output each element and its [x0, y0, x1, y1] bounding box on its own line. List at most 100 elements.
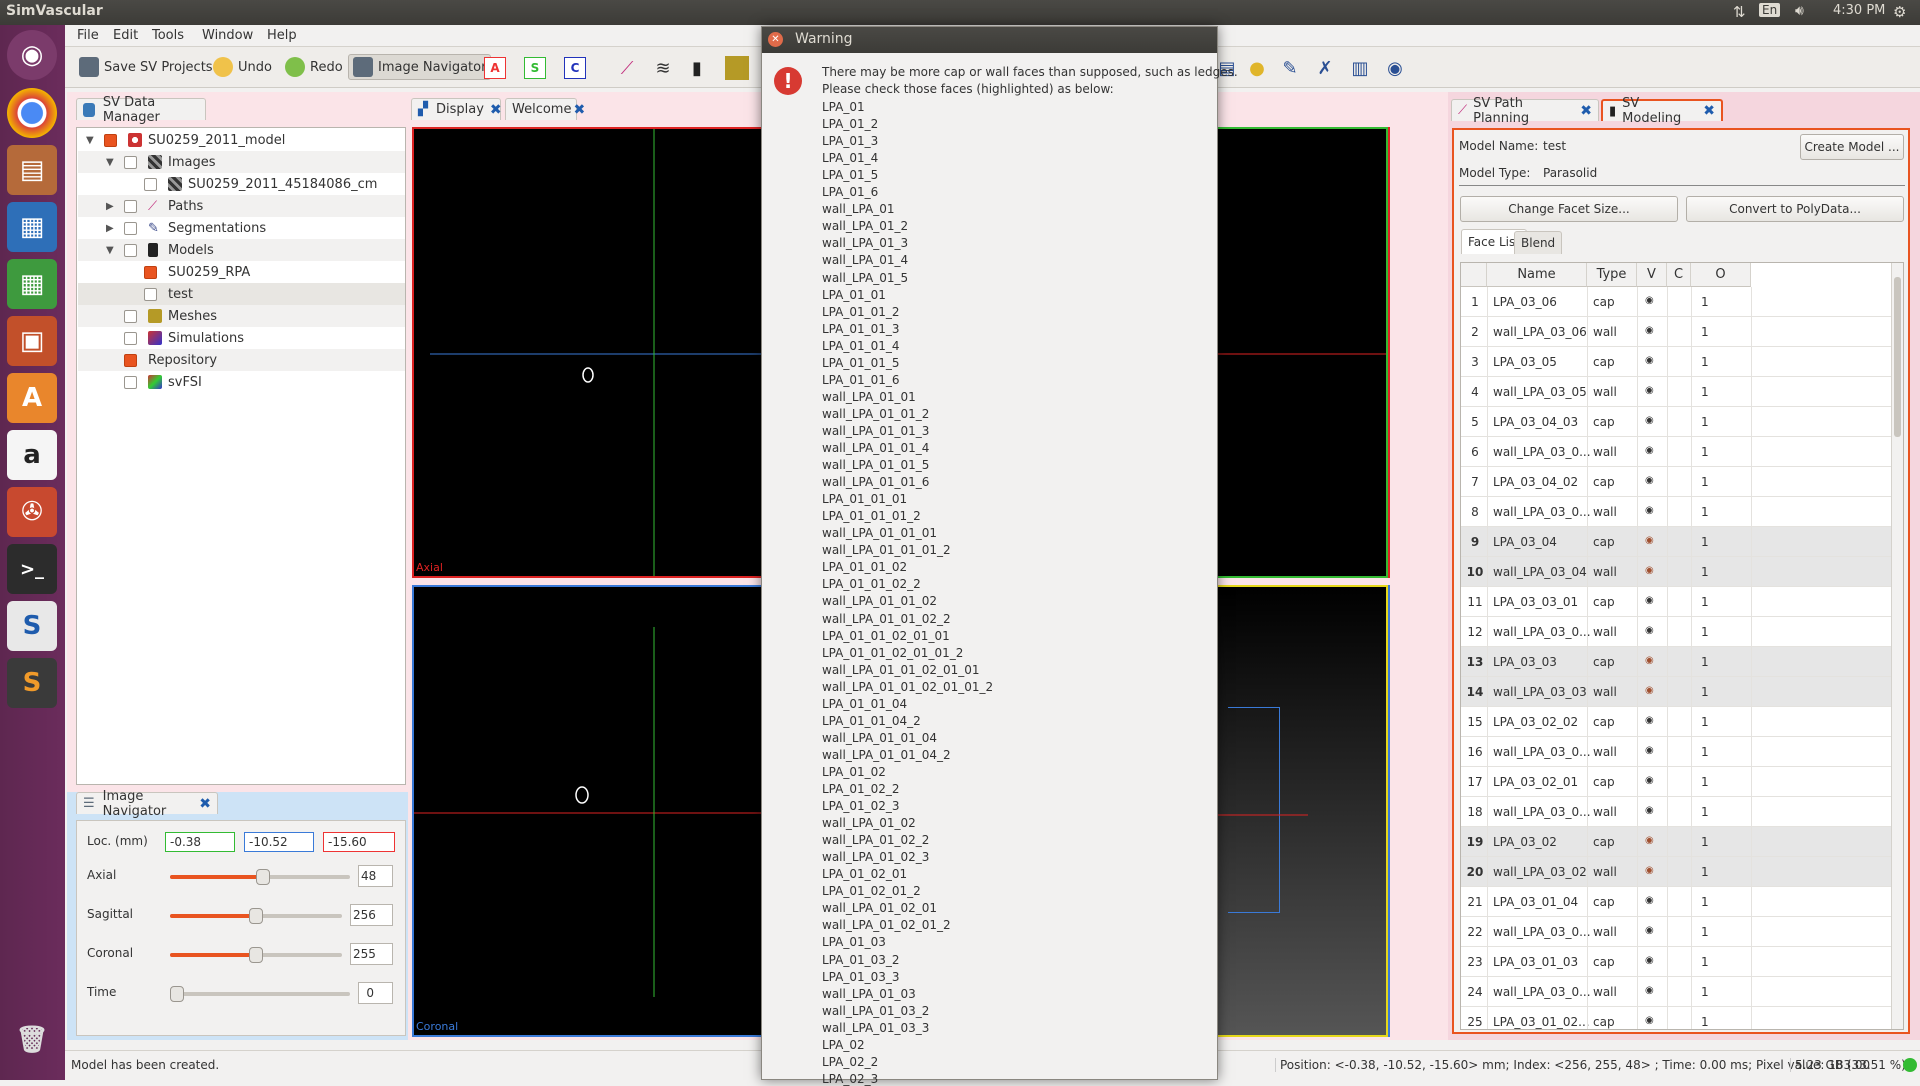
tree-item-segmentations[interactable]: ▶ ✎ Segmentations — [78, 217, 405, 239]
face-opacity[interactable]: 1 — [1701, 625, 1709, 639]
face-name[interactable]: LPA_03_02_01 — [1493, 775, 1578, 789]
face-opacity[interactable]: 1 — [1701, 325, 1709, 339]
face-row[interactable]: 3 LPA_03_05 cap ◉ 1 — [1461, 347, 1891, 377]
coronal-view-button[interactable]: C — [564, 57, 586, 79]
face-row[interactable]: 11 LPA_03_03_01 cap ◉ 1 — [1461, 587, 1891, 617]
tab-data-manager[interactable]: SV Data Manager — [76, 95, 206, 125]
checkbox[interactable] — [124, 309, 137, 323]
face-name[interactable]: LPA_03_04_02 — [1493, 475, 1578, 489]
tools-icon[interactable]: ✗ — [1313, 56, 1337, 80]
slider-handle[interactable] — [170, 986, 184, 1002]
visibility-eye-icon[interactable]: ◉ — [1645, 445, 1654, 456]
ubuntu-logo-icon[interactable]: ◉ — [7, 30, 57, 80]
close-icon[interactable]: ✖ — [490, 102, 502, 118]
visibility-eye-icon[interactable]: ◉ — [1645, 475, 1654, 486]
face-type[interactable]: cap — [1593, 595, 1615, 609]
visibility-eye-icon[interactable]: ◉ — [1645, 895, 1654, 906]
visibility-eye-icon[interactable]: ◉ — [1645, 625, 1654, 636]
face-type[interactable]: cap — [1593, 415, 1615, 429]
close-icon[interactable]: ✖ — [1580, 103, 1592, 119]
slider-handle[interactable] — [249, 908, 263, 924]
keyboard-indicator[interactable]: En — [1759, 3, 1781, 17]
checkbox[interactable] — [124, 199, 137, 213]
face-row[interactable]: 17 LPA_03_02_01 cap ◉ 1 — [1461, 767, 1891, 797]
redo-button[interactable]: Redo — [285, 54, 343, 80]
visibility-eye-icon[interactable]: ◉ — [1645, 865, 1654, 876]
header-visible[interactable]: V — [1637, 263, 1667, 287]
face-name[interactable]: wall_LPA_03_0... — [1493, 505, 1591, 519]
expand-arrow-icon[interactable]: ▶ — [106, 201, 114, 212]
face-type[interactable]: cap — [1593, 535, 1615, 549]
face-name[interactable]: wall_LPA_03_0... — [1493, 805, 1591, 819]
volume-icon[interactable]: 🔊︎ — [1795, 3, 1804, 19]
loc-y-input[interactable]: -10.52 — [244, 832, 314, 852]
face-opacity[interactable]: 1 — [1701, 655, 1709, 669]
eye-icon[interactable]: ◉ — [1383, 56, 1407, 80]
menu-window[interactable]: Window — [202, 28, 253, 43]
visibility-eye-icon[interactable]: ◉ — [1645, 685, 1654, 696]
face-name[interactable]: wall_LPA_03_02 — [1493, 865, 1587, 879]
face-opacity[interactable]: 1 — [1701, 805, 1709, 819]
face-name[interactable]: LPA_03_01_03 — [1493, 955, 1578, 969]
checkbox[interactable] — [124, 331, 137, 345]
mesh-icon[interactable] — [725, 56, 749, 80]
visibility-eye-icon[interactable]: ◉ — [1645, 505, 1654, 516]
face-type[interactable]: wall — [1593, 745, 1617, 759]
face-type[interactable]: wall — [1593, 985, 1617, 999]
face-name[interactable]: wall_LPA_03_0... — [1493, 625, 1591, 639]
image-navigator-button[interactable]: Image Navigator — [348, 54, 492, 80]
face-type[interactable]: cap — [1593, 355, 1615, 369]
header-color[interactable]: C — [1667, 263, 1691, 287]
checkbox[interactable] — [124, 155, 137, 169]
face-row[interactable]: 1 LPA_03_06 cap ◉ 1 — [1461, 287, 1891, 317]
visibility-eye-icon[interactable]: ◉ — [1645, 595, 1654, 606]
calc-icon[interactable]: ▦ — [7, 259, 57, 309]
face-row[interactable]: 19 LPA_03_02 cap ◉ 1 — [1461, 827, 1891, 857]
trash-icon[interactable]: 🗑︎ — [7, 1015, 57, 1065]
face-opacity[interactable]: 1 — [1701, 955, 1709, 969]
face-name[interactable]: wall_LPA_03_04 — [1493, 565, 1587, 579]
tree-item-meshes[interactable]: Meshes — [78, 305, 405, 327]
python-icon[interactable]: ● — [1245, 56, 1269, 80]
face-row[interactable]: 20 wall_LPA_03_02 wall ◉ 1 — [1461, 857, 1891, 887]
visibility-eye-icon[interactable]: ◉ — [1645, 355, 1654, 366]
tab-path-planning[interactable]: ⟋ SV Path Planning ✖ — [1451, 96, 1599, 126]
simvascular-icon[interactable]: S — [7, 601, 57, 651]
face-name[interactable]: wall_LPA_03_0... — [1493, 925, 1591, 939]
face-opacity[interactable]: 1 — [1701, 775, 1709, 789]
face-opacity[interactable]: 1 — [1701, 415, 1709, 429]
tree-item-paths[interactable]: ▶ ⟋ Paths — [78, 195, 405, 217]
coronal-spinbox[interactable]: 255 — [350, 943, 393, 965]
face-row[interactable]: 16 wall_LPA_03_0... wall ◉ 1 — [1461, 737, 1891, 767]
time-spinbox[interactable]: 0 — [358, 982, 393, 1004]
chrome-icon[interactable] — [7, 88, 57, 138]
face-opacity[interactable]: 1 — [1701, 835, 1709, 849]
face-name[interactable]: wall_LPA_03_0... — [1493, 985, 1591, 999]
face-type[interactable]: cap — [1593, 835, 1615, 849]
visibility-eye-icon[interactable]: ◉ — [1645, 325, 1654, 336]
face-type[interactable]: wall — [1593, 505, 1617, 519]
face-type[interactable]: wall — [1593, 565, 1617, 579]
face-opacity[interactable]: 1 — [1701, 685, 1709, 699]
axial-slider[interactable] — [170, 869, 350, 885]
checkbox[interactable] — [124, 353, 137, 367]
loc-z-input[interactable]: -15.60 — [323, 832, 395, 852]
face-name[interactable]: LPA_03_05 — [1493, 355, 1557, 369]
expand-arrow-icon[interactable]: ▶ — [106, 223, 114, 234]
power-icon[interactable]: ⚙ — [1893, 3, 1906, 21]
header-type[interactable]: Type — [1587, 263, 1637, 287]
face-row[interactable]: 23 LPA_03_01_03 cap ◉ 1 — [1461, 947, 1891, 977]
face-type[interactable]: cap — [1593, 895, 1615, 909]
tree-item-simulations[interactable]: Simulations — [78, 327, 405, 349]
face-name[interactable]: LPA_03_02_02 — [1493, 715, 1578, 729]
tree-item-images[interactable]: ▼ Images — [78, 151, 405, 173]
face-row[interactable]: 9 LPA_03_04 cap ◉ 1 — [1461, 527, 1891, 557]
face-type[interactable]: cap — [1593, 775, 1615, 789]
face-opacity[interactable]: 1 — [1701, 715, 1709, 729]
collapse-arrow-icon[interactable]: ▼ — [86, 135, 94, 146]
face-name[interactable]: wall_LPA_03_06 — [1493, 325, 1587, 339]
table-scrollbar[interactable] — [1891, 263, 1903, 1029]
amazon-icon[interactable]: a — [7, 430, 57, 480]
face-type[interactable]: wall — [1593, 385, 1617, 399]
impress-icon[interactable]: ▣ — [7, 316, 57, 366]
